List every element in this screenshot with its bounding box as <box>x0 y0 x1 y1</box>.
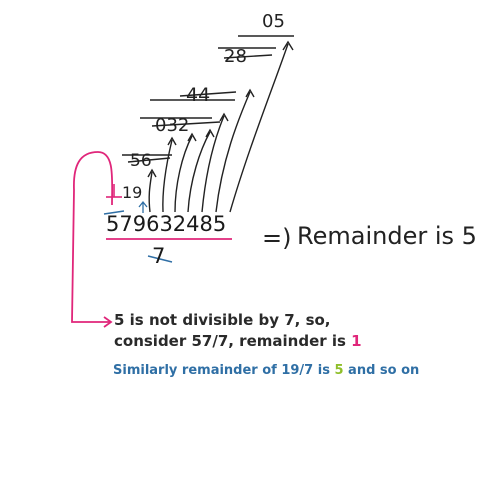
arrow-6 <box>162 139 173 213</box>
arrow-8 <box>215 91 251 213</box>
pink-loop-arrow <box>71 151 114 323</box>
explanation-line-1: 5 is not divisible by 7, so, <box>114 311 331 329</box>
arrow-2 <box>187 131 211 213</box>
explanation-line-2-text: consider 57/7, remainder is <box>114 332 352 350</box>
similarly-text: Similarly remainder of 19/7 is <box>113 363 335 378</box>
similarly-note: Similarly remainder of 19/7 is 5 and so … <box>113 363 419 378</box>
arrow-5 <box>229 43 289 213</box>
dividend-number: 579632485 <box>106 212 227 236</box>
arrow-9 <box>148 171 153 213</box>
similarly-value: 5 <box>334 363 344 378</box>
step-19: 19 <box>122 183 142 202</box>
remainder-value: 1 <box>351 332 362 350</box>
explanation-note: 5 is not divisible by 7, so, consider 57… <box>114 310 362 352</box>
explanation-line-2: consider 57/7, remainder is 1 <box>114 331 362 352</box>
arrow-symbol: =) <box>262 224 292 252</box>
similarly-suffix: and so on <box>343 363 420 378</box>
remainder-result: Remainder is 5 <box>297 222 477 250</box>
divisor-number: 7 <box>152 244 166 268</box>
step-05: 05 <box>262 11 285 32</box>
handwritten-working: 19 56 032 44 28 05 <box>71 11 294 328</box>
arrow-4 <box>201 115 225 213</box>
